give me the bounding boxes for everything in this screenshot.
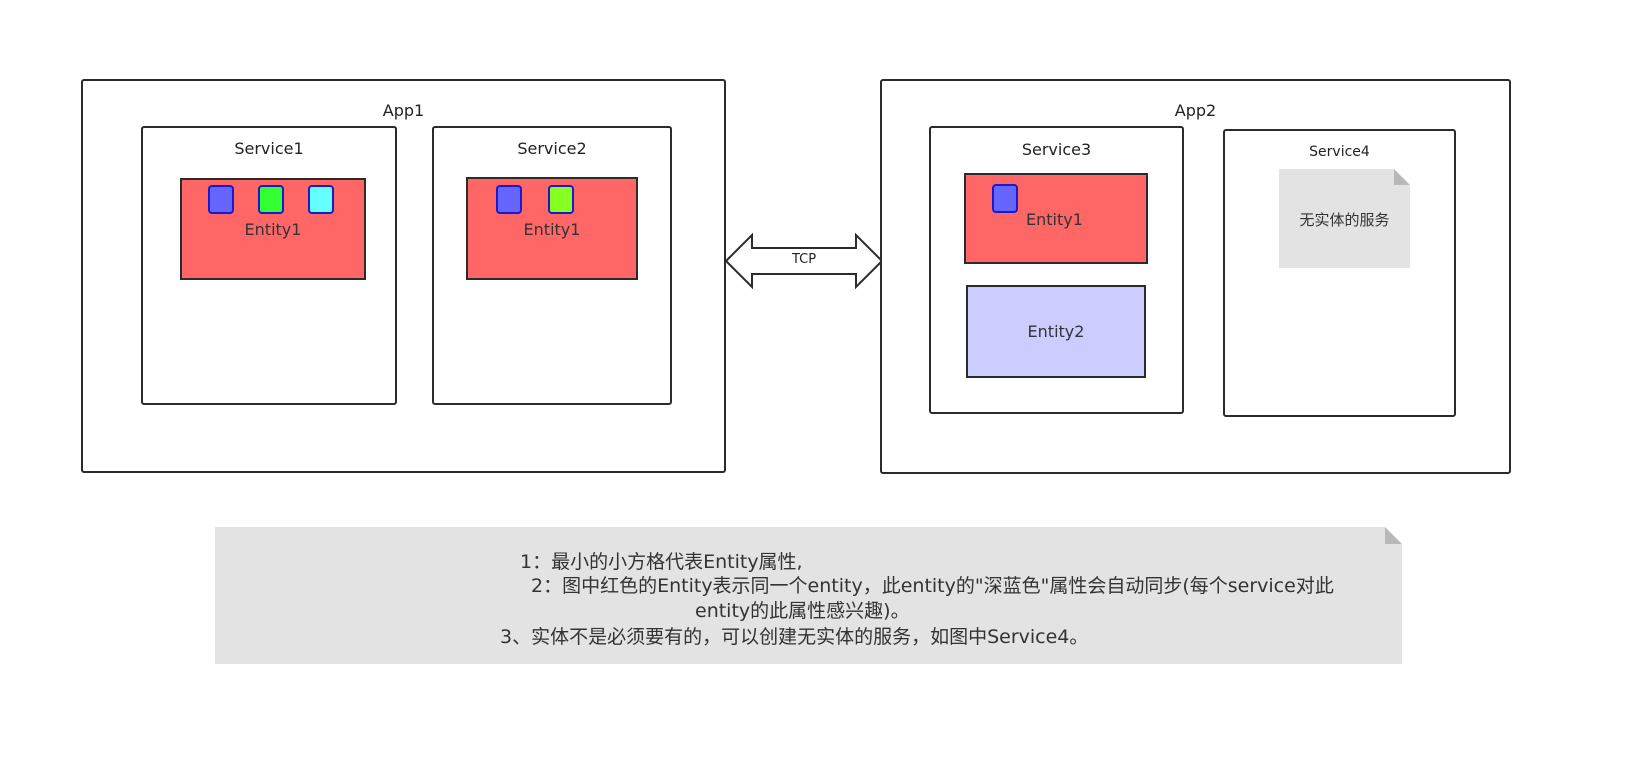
legend-line-3: entity的此属性感兴趣)。 <box>695 600 910 622</box>
legend-line-1: 1：最小的小方格代表Entity属性, <box>520 551 803 573</box>
note-fold-corner <box>1385 527 1402 544</box>
app2-title: App2 <box>1174 101 1217 120</box>
legend-note: 1：最小的小方格代表Entity属性, 2：图中红色的Entity表示同一个en… <box>215 527 1402 664</box>
legend-line-2: 2：图中红色的Entity表示同一个entity，此entity的"深蓝色"属性… <box>531 575 1334 597</box>
service4-note-text: 无实体的服务 <box>1299 211 1390 229</box>
note-fold-corner <box>1394 169 1410 185</box>
attribute-square-dark-blue <box>992 184 1018 213</box>
tcp-label: TCP <box>791 252 817 267</box>
legend-line-4: 3、实体不是必须要有的，可以创建无实体的服务，如图中Service4。 <box>500 626 1089 648</box>
service3-entity2: Entity2 <box>966 285 1146 378</box>
service4-note: 无实体的服务 <box>1279 169 1410 268</box>
service4-title: Service4 <box>1309 144 1370 160</box>
service3-title: Service3 <box>1021 140 1092 159</box>
service3-entity2-label: Entity2 <box>1027 322 1085 341</box>
service3-entity1-label: Entity1 <box>1026 210 1083 229</box>
service3-entity1: Entity1 <box>964 173 1148 264</box>
